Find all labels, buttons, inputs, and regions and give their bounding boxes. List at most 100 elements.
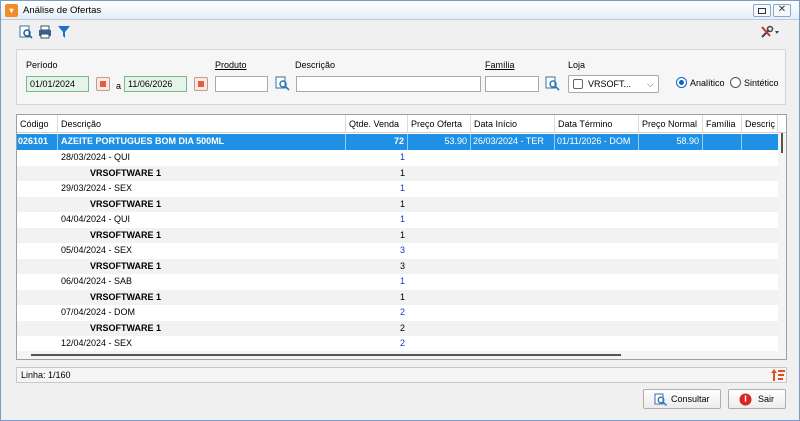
sair-label: Sair xyxy=(758,394,775,404)
periodo-label: Período xyxy=(26,60,58,70)
radio-analitico-label: Analítico xyxy=(690,78,725,88)
store-name-cell: VRSOFTWARE 1 xyxy=(90,229,162,240)
table-row[interactable]: 28/03/2024 - QUI 1 xyxy=(17,150,779,166)
radio-sintetico[interactable] xyxy=(730,77,741,88)
consultar-label: Consultar xyxy=(671,394,710,404)
sale-date-cell: 05/04/2024 - SEX xyxy=(61,245,133,255)
calendar-to-icon[interactable] xyxy=(194,77,208,91)
consultar-icon xyxy=(654,393,667,406)
horizontal-scrollbar[interactable] xyxy=(17,351,778,359)
app-icon: ▾ xyxy=(5,4,18,17)
restore-icon xyxy=(758,8,766,14)
table-row[interactable]: 05/04/2024 - SEX 3 xyxy=(17,243,779,259)
table-row[interactable]: VRSOFTWARE 1 1 xyxy=(17,165,779,181)
col-codigo[interactable]: Código xyxy=(17,115,58,133)
table-row[interactable]: VRSOFTWARE 1 1 xyxy=(17,196,779,212)
col-data-termino[interactable]: Data Término xyxy=(555,115,639,133)
loja-value: VRSOFT... xyxy=(588,79,632,89)
store-name-cell: VRSOFTWARE 1 xyxy=(90,291,162,302)
produto-label: Produto xyxy=(215,60,247,70)
col-descricao-2[interactable]: Descriç xyxy=(742,115,778,133)
produto-search-icon[interactable] xyxy=(275,76,290,91)
loja-select[interactable]: VRSOFT... ⌵ xyxy=(568,75,659,93)
sair-button[interactable]: Sair xyxy=(728,389,786,409)
preview-icon[interactable] xyxy=(19,25,33,39)
table-row[interactable]: VRSOFTWARE 1 3 xyxy=(17,258,779,274)
toolbar xyxy=(1,21,799,43)
familia-field[interactable] xyxy=(485,76,539,92)
line-counter: Linha: 1/160 xyxy=(21,370,71,380)
store-name-cell: VRSOFTWARE 1 xyxy=(90,198,162,209)
tools-icon[interactable] xyxy=(760,25,780,39)
table-row[interactable]: VRSOFTWARE 1 2 xyxy=(17,320,779,336)
sale-date-cell: 06/04/2024 - SAB xyxy=(61,276,133,286)
store-name-cell: VRSOFTWARE 1 xyxy=(90,167,162,178)
sale-date-cell: 04/04/2024 - QUI xyxy=(61,214,131,224)
close-icon: ✕ xyxy=(777,4,787,15)
familia-search-icon[interactable] xyxy=(545,76,560,91)
table-row[interactable]: 29/03/2024 - SEX 1 xyxy=(17,181,779,197)
store-name-cell: VRSOFTWARE 1 xyxy=(90,322,162,333)
qtde-cell: 2 xyxy=(399,307,405,317)
date-from-field[interactable]: 01/01/2024 xyxy=(26,76,89,92)
sale-date-cell: 07/04/2024 - DOM xyxy=(61,307,136,317)
date-to-field[interactable]: 11/06/2026 xyxy=(124,76,187,92)
col-qtde-venda[interactable]: Qtde. Venda xyxy=(346,115,408,133)
sort-icon[interactable] xyxy=(771,368,785,382)
col-data-inicio[interactable]: Data Início xyxy=(471,115,555,133)
qtde-cell: 1 xyxy=(399,214,405,224)
vertical-scrollbar[interactable] xyxy=(778,133,786,359)
loja-checkbox[interactable] xyxy=(573,79,583,89)
table-row-selected[interactable]: 026101 AZEITE PORTUGUES BOM DIA 500ML 72… xyxy=(17,134,779,150)
calendar-from-icon[interactable] xyxy=(96,77,110,91)
col-descricao[interactable]: Descrição xyxy=(58,115,346,133)
sale-date-cell: 12/04/2024 - SEX xyxy=(61,338,133,348)
qtde-cell: 3 xyxy=(399,245,405,255)
table-row[interactable]: VRSOFTWARE 1 1 xyxy=(17,227,779,243)
status-bar: Linha: 1/160 xyxy=(16,367,787,383)
exit-icon xyxy=(739,393,752,406)
cell-qtde: 72 xyxy=(346,134,408,150)
grid-header: Código Descrição Qtde. Venda Preço Ofert… xyxy=(17,115,786,133)
restore-button[interactable] xyxy=(753,4,771,17)
analise-ofertas-window: ▾ Análise de Ofertas ✕ Período 01/01/202… xyxy=(0,0,800,421)
cell-preco-normal: 58.90 xyxy=(639,134,703,150)
qtde-cell: 2 xyxy=(399,338,405,348)
produto-field[interactable] xyxy=(215,76,268,92)
radio-sintetico-label: Sintético xyxy=(744,78,779,88)
cell-descricao-2 xyxy=(742,134,778,150)
table-row[interactable]: 06/04/2024 - SAB 1 xyxy=(17,274,779,290)
qtde-cell: 1 xyxy=(399,183,405,193)
cell-data-termino: 01/11/2026 - DOM xyxy=(555,134,639,150)
a-label: a xyxy=(116,81,122,91)
table-row[interactable]: 04/04/2024 - QUI 1 xyxy=(17,212,779,228)
descricao-field[interactable] xyxy=(296,76,481,92)
col-familia[interactable]: Família xyxy=(703,115,742,133)
close-button[interactable]: ✕ xyxy=(773,4,791,17)
print-icon[interactable] xyxy=(38,25,52,39)
cell-descricao: AZEITE PORTUGUES BOM DIA 500ML xyxy=(58,134,346,150)
chevron-down-icon: ⌵ xyxy=(647,79,654,89)
cell-preco-oferta: 53.90 xyxy=(408,134,471,150)
qtde-cell: 1 xyxy=(399,152,405,162)
qtde-cell: 3 xyxy=(399,260,405,271)
store-name-cell: VRSOFTWARE 1 xyxy=(90,260,162,271)
table-row[interactable]: 07/04/2024 - DOM 2 xyxy=(17,305,779,321)
offers-grid: Código Descrição Qtde. Venda Preço Ofert… xyxy=(16,114,787,360)
qtde-cell: 1 xyxy=(399,198,405,209)
table-row[interactable]: 12/04/2024 - SEX 2 xyxy=(17,336,779,352)
cell-familia xyxy=(703,134,742,150)
familia-label: Família xyxy=(485,60,515,70)
filter-icon[interactable] xyxy=(57,25,71,39)
consultar-button[interactable]: Consultar xyxy=(643,389,721,409)
radio-analitico[interactable] xyxy=(676,77,687,88)
sale-date-cell: 29/03/2024 - SEX xyxy=(61,183,133,193)
vertical-scroll-thumb[interactable] xyxy=(781,133,783,153)
qtde-cell: 2 xyxy=(399,322,405,333)
col-preco-oferta[interactable]: Preço Oferta xyxy=(408,115,471,133)
horizontal-scroll-thumb[interactable] xyxy=(31,354,621,356)
col-preco-normal[interactable]: Preço Normal xyxy=(639,115,703,133)
qtde-cell: 1 xyxy=(399,229,405,240)
table-row[interactable]: VRSOFTWARE 1 1 xyxy=(17,289,779,305)
descricao-label: Descrição xyxy=(295,60,336,70)
